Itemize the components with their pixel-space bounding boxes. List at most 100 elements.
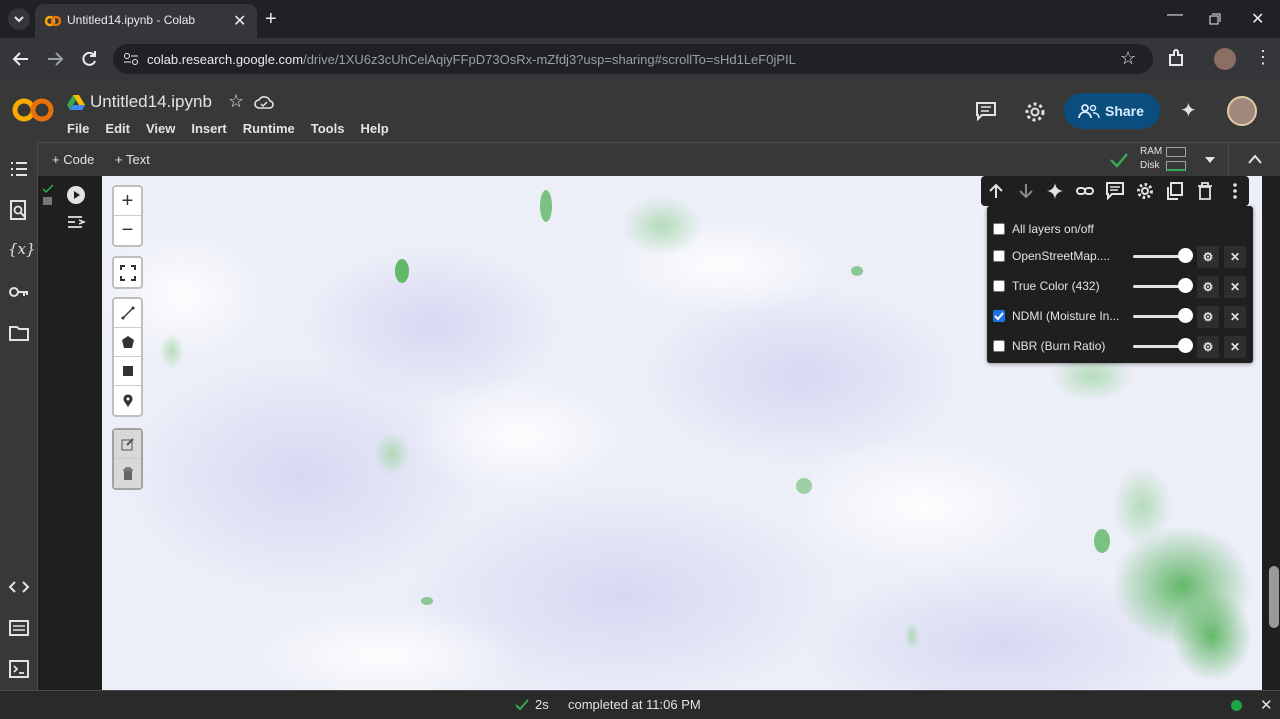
checkmark-icon (994, 312, 1004, 321)
edit-layers-button[interactable] (114, 430, 141, 459)
mirror-cell-icon[interactable] (1166, 182, 1184, 200)
draw-polygon-button[interactable] (114, 328, 141, 357)
restore-icon[interactable] (1209, 13, 1221, 25)
profile-avatar[interactable] (1214, 48, 1236, 70)
connection-status-dot (1231, 700, 1242, 711)
all-layers-label: All layers on/off (1012, 222, 1094, 236)
draw-marker-button[interactable] (114, 386, 141, 415)
move-cell-up-icon[interactable] (987, 182, 1005, 200)
opacity-slider-handle[interactable] (1178, 248, 1193, 263)
settings-gear-icon[interactable] (1024, 101, 1046, 123)
gemini-sparkle-icon[interactable]: ✦ (1180, 98, 1197, 123)
add-code-label: Code (63, 152, 95, 167)
minimize-icon[interactable]: — (1167, 6, 1183, 24)
colab-logo-icon[interactable] (12, 97, 54, 123)
user-avatar[interactable] (1227, 96, 1257, 126)
close-window-icon[interactable]: ✕ (1251, 9, 1264, 29)
site-info-icon[interactable] (123, 52, 139, 66)
extensions-icon[interactable] (1166, 49, 1186, 69)
draw-rectangle-button[interactable] (114, 357, 141, 386)
remove-layer-icon[interactable]: ✕ (1224, 336, 1246, 358)
layer-row: NBR (Burn Ratio) ⚙ ✕ (987, 334, 1253, 360)
add-text-button[interactable]: + Text (115, 152, 150, 167)
files-folder-icon[interactable] (8, 322, 30, 344)
tab-search-button[interactable] (8, 8, 30, 30)
remove-layer-icon[interactable]: ✕ (1224, 246, 1246, 268)
terminal-icon[interactable] (8, 658, 30, 680)
layer-settings-gear-icon[interactable]: ⚙ (1197, 246, 1219, 268)
back-arrow-icon[interactable] (12, 51, 30, 67)
layer-checkbox[interactable] (993, 280, 1005, 292)
address-bar[interactable]: colab.research.google.com/drive/1XU6z3cU… (113, 44, 1153, 74)
cell-comment-icon[interactable] (1106, 182, 1124, 200)
zoom-control: + − (112, 185, 143, 247)
layer-settings-gear-icon[interactable]: ⚙ (1197, 306, 1219, 328)
layer-settings-gear-icon[interactable]: ⚙ (1197, 336, 1219, 358)
ram-disk-indicator[interactable]: RAM Disk (1140, 145, 1162, 173)
menu-help[interactable]: Help (360, 121, 388, 136)
scrollbar-thumb[interactable] (1269, 566, 1279, 628)
remove-layer-icon[interactable]: ✕ (1224, 306, 1246, 328)
run-cell-button[interactable] (66, 185, 86, 205)
delete-layers-button[interactable] (114, 459, 141, 488)
layer-settings-gear-icon[interactable]: ⚙ (1197, 276, 1219, 298)
disk-label: Disk (1140, 160, 1160, 171)
browser-tab-active[interactable]: Untitled14.ipynb - Colab ✕ (35, 4, 257, 38)
code-snippets-icon[interactable] (8, 576, 30, 598)
layer-checkbox[interactable] (993, 250, 1005, 262)
move-cell-down-icon[interactable] (1017, 182, 1035, 200)
remove-layer-icon[interactable]: ✕ (1224, 276, 1246, 298)
more-options-icon[interactable] (1226, 182, 1244, 200)
draw-polyline-button[interactable] (114, 299, 141, 328)
ram-label: RAM (1140, 146, 1163, 157)
colab-header: Untitled14.ipynb ☆ File Edit View Insert… (0, 81, 1280, 142)
rectangle-icon (122, 366, 133, 376)
notebook-title[interactable]: Untitled14.ipynb (90, 92, 212, 112)
forward-arrow-icon[interactable] (46, 51, 64, 67)
find-replace-icon[interactable] (8, 199, 30, 221)
fullscreen-button[interactable] (114, 258, 141, 287)
cell-settings-gear-icon[interactable] (1136, 182, 1154, 200)
variables-icon[interactable]: {x} (8, 240, 36, 258)
menu-file[interactable]: File (67, 121, 89, 136)
secrets-key-icon[interactable] (8, 281, 30, 303)
reload-icon[interactable] (80, 50, 98, 68)
menu-insert[interactable]: Insert (191, 121, 226, 136)
add-code-button[interactable]: + Code (52, 152, 94, 167)
gemini-cell-icon[interactable] (1046, 182, 1064, 200)
delete-cell-icon[interactable] (1196, 182, 1214, 200)
comment-icon[interactable] (975, 101, 997, 121)
link-to-cell-icon[interactable] (1076, 182, 1094, 200)
layer-checkbox[interactable] (993, 310, 1005, 322)
zoom-out-button[interactable]: − (114, 216, 141, 245)
output-options-icon[interactable] (66, 213, 88, 231)
layer-name: OpenStreetMap.... (1012, 249, 1111, 263)
command-palette-icon[interactable] (8, 617, 30, 639)
collapse-chevron-up-icon[interactable] (1248, 153, 1262, 165)
layer-checkbox[interactable] (993, 340, 1005, 352)
menu-bar: File Edit View Insert Runtime Tools Help (67, 121, 389, 136)
opacity-slider-handle[interactable] (1178, 308, 1193, 323)
browser-menu-icon[interactable]: ⋮ (1254, 47, 1272, 68)
menu-tools[interactable]: Tools (311, 121, 345, 136)
connected-check-icon[interactable] (1109, 151, 1129, 169)
menu-runtime[interactable]: Runtime (243, 121, 295, 136)
close-tab-icon[interactable]: ✕ (233, 11, 246, 31)
all-layers-toggle-row[interactable]: All layers on/off (987, 217, 1253, 243)
draw-toolbar (112, 297, 143, 417)
opacity-slider-handle[interactable] (1178, 338, 1193, 353)
menu-view[interactable]: View (146, 121, 175, 136)
table-of-contents-icon[interactable] (8, 158, 30, 180)
opacity-slider-handle[interactable] (1178, 278, 1193, 293)
plus-icon: + (52, 152, 64, 167)
bookmark-star-icon[interactable]: ☆ (1120, 48, 1136, 69)
cell-gutter (38, 176, 102, 690)
star-notebook-icon[interactable]: ☆ (228, 91, 244, 112)
close-status-icon[interactable]: ✕ (1260, 696, 1273, 714)
all-layers-checkbox[interactable] (993, 223, 1005, 235)
new-tab-icon[interactable]: + (265, 8, 277, 31)
runtime-dropdown-icon[interactable] (1204, 155, 1216, 165)
menu-edit[interactable]: Edit (105, 121, 130, 136)
share-button[interactable]: Share (1064, 93, 1160, 129)
zoom-in-button[interactable]: + (114, 187, 141, 216)
